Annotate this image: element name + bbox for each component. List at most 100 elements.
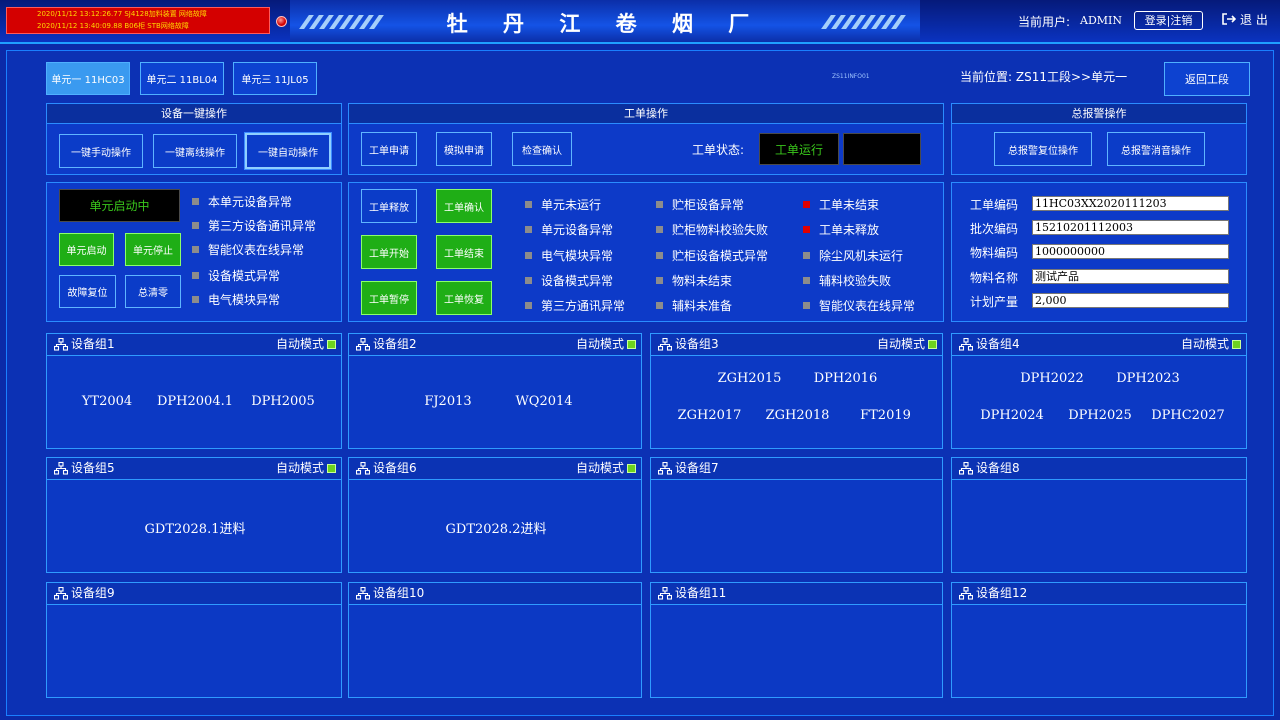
check-confirm-button[interactable]: 检查确认	[512, 132, 572, 166]
device-label[interactable]: YT2004	[63, 394, 151, 409]
order-indicator: 物料未结束	[656, 272, 732, 289]
device-group-header: 设备组8	[952, 458, 1246, 480]
planned-output-field[interactable]: 2,000	[1032, 293, 1229, 308]
device-group-1[interactable]: 设备组1 自动模式 YT2004 DPH2004.1 DPH2005	[46, 333, 342, 449]
status-light-icon	[525, 302, 532, 309]
device-label[interactable]: GDT2028.1进料	[47, 518, 343, 537]
alarm-ticker[interactable]: 2020/11/12 13:12:26.77 SJ4128加料装置 网络故障 2…	[6, 7, 270, 34]
device-group-5[interactable]: 设备组5 自动模式 GDT2028.1进料	[46, 457, 342, 573]
order-indicator: 工单未结束	[803, 196, 879, 213]
clear-all-button[interactable]: 总清零	[125, 275, 181, 308]
offline-mode-button[interactable]: 一键离线操作	[153, 134, 237, 168]
order-pause-button[interactable]: 工单暂停	[361, 281, 417, 315]
network-icon	[54, 338, 68, 351]
unit-tab-1[interactable]: 单元一 11HC03	[46, 62, 130, 95]
unit-indicator: 本单元设备异常	[192, 193, 292, 210]
unit-tab-3[interactable]: 单元三 11JL05	[233, 62, 317, 95]
device-group-header: 设备组7	[651, 458, 942, 480]
login-logout-button[interactable]: 登录|注销	[1134, 11, 1203, 30]
order-end-button[interactable]: 工单结束	[436, 235, 492, 269]
status-light-icon	[803, 252, 810, 259]
order-indicator: 贮柜设备模式异常	[656, 247, 768, 264]
order-indicator: 单元未运行	[525, 196, 601, 213]
order-code-field[interactable]: 11HC03XX2020111203	[1032, 196, 1229, 211]
unit-stop-button[interactable]: 单元停止	[125, 233, 181, 266]
device-label[interactable]: DPHC2027	[1144, 408, 1232, 423]
alarm-mute-button[interactable]: 总报警消音操作	[1107, 132, 1205, 166]
device-group-8[interactable]: 设备组8	[951, 457, 1247, 573]
alarm-ops-title: 总报警操作	[952, 104, 1246, 124]
manual-mode-button[interactable]: 一键手动操作	[59, 134, 143, 168]
status-light-icon	[656, 302, 663, 309]
status-light-icon	[192, 246, 199, 253]
device-group-11[interactable]: 设备组11	[650, 582, 943, 698]
device-group-6[interactable]: 设备组6 自动模式 GDT2028.2进料	[348, 457, 642, 573]
mode-label: 自动模式	[575, 337, 624, 351]
device-group-header: 设备组2 自动模式	[349, 334, 641, 356]
order-indicator: 辅料校验失败	[803, 272, 891, 289]
unit-indicator: 设备模式异常	[192, 267, 280, 284]
material-name-label: 物料名称	[970, 271, 1019, 285]
device-group-9[interactable]: 设备组9	[46, 582, 342, 698]
network-icon	[658, 587, 672, 600]
device-label[interactable]: DPH2005	[239, 394, 327, 409]
fault-reset-button[interactable]: 故障复位	[59, 275, 116, 308]
device-label[interactable]: FJ2013	[400, 394, 496, 409]
device-label[interactable]: DPH2024	[968, 408, 1056, 423]
device-group-title: 设备组5	[71, 461, 115, 475]
material-name-field[interactable]: 测试产品	[1032, 269, 1229, 284]
device-group-title: 设备组12	[976, 586, 1028, 600]
order-indicator: 电气模块异常	[525, 247, 613, 264]
material-code-field[interactable]: 1000000000	[1032, 244, 1229, 259]
device-group-header: 设备组6 自动模式	[349, 458, 641, 480]
batch-code-field[interactable]: 15210201112003	[1032, 220, 1229, 235]
device-label[interactable]: ZGH2018	[754, 408, 842, 423]
status-light-icon	[656, 201, 663, 208]
order-release-button[interactable]: 工单释放	[361, 189, 417, 223]
order-indicator: 贮柜设备异常	[656, 196, 744, 213]
mode-indicator-icon	[627, 340, 636, 349]
device-label[interactable]: DPH2023	[1100, 371, 1196, 386]
status-light-icon	[803, 302, 810, 309]
device-label[interactable]: ZGH2017	[666, 408, 754, 423]
order-status-value: 工单运行	[759, 133, 839, 165]
device-group-header: 设备组4 自动模式	[952, 334, 1246, 356]
device-group-7[interactable]: 设备组7	[650, 457, 943, 573]
device-group-3[interactable]: 设备组3 自动模式 ZGH2015 DPH2016 ZGH2017 ZGH2018 FT20…	[650, 333, 943, 449]
alarm-reset-button[interactable]: 总报警复位操作	[994, 132, 1092, 166]
auto-mode-button[interactable]: 一键自动操作	[244, 132, 332, 170]
unit-tab-2[interactable]: 单元二 11BL04	[140, 62, 224, 95]
mode-indicator-icon	[327, 340, 336, 349]
order-confirm-button[interactable]: 工单确认	[436, 189, 492, 223]
title-bar: 牡 丹 江 卷 烟 厂	[290, 0, 920, 42]
unit-status-display: 单元启动中	[59, 189, 180, 222]
header-bar: 2020/11/12 13:12:26.77 SJ4128加料装置 网络故障 2…	[0, 0, 1280, 44]
screen-id-label: ZS11INFO01	[832, 73, 870, 80]
order-resume-button[interactable]: 工单恢复	[436, 281, 492, 315]
device-group-header: 设备组1 自动模式	[47, 334, 341, 356]
device-label[interactable]: GDT2028.2进料	[349, 518, 643, 537]
back-button[interactable]: 返回工段	[1164, 62, 1250, 96]
device-group-4[interactable]: 设备组4 自动模式 DPH2022 DPH2023 DPH2024 DPH2025 DPHC…	[951, 333, 1247, 449]
device-group-header: 设备组11	[651, 583, 942, 605]
device-label[interactable]: FT2019	[842, 408, 930, 423]
simulate-apply-button[interactable]: 模拟申请	[436, 132, 492, 166]
device-group-10[interactable]: 设备组10	[348, 582, 642, 698]
current-user-name: ADMIN	[1080, 14, 1122, 27]
device-label[interactable]: DPH2025	[1056, 408, 1144, 423]
device-label[interactable]: WQ2014	[496, 394, 592, 409]
order-start-button[interactable]: 工单开始	[361, 235, 417, 269]
device-label[interactable]: DPH2022	[1004, 371, 1100, 386]
device-label[interactable]: DPH2016	[798, 371, 894, 386]
exit-button[interactable]: 退 出	[1222, 11, 1268, 28]
device-label[interactable]: ZGH2015	[702, 371, 798, 386]
network-icon	[356, 587, 370, 600]
order-status-extra	[843, 133, 921, 165]
device-group-12[interactable]: 设备组12	[951, 582, 1247, 698]
device-group-2[interactable]: 设备组2 自动模式 FJ2013 WQ2014	[348, 333, 642, 449]
order-apply-button[interactable]: 工单申请	[361, 132, 417, 166]
status-light-icon	[803, 277, 810, 284]
device-label[interactable]: DPH2004.1	[151, 394, 239, 409]
unit-start-button[interactable]: 单元启动	[59, 233, 114, 266]
device-group-title: 设备组1	[71, 337, 115, 351]
